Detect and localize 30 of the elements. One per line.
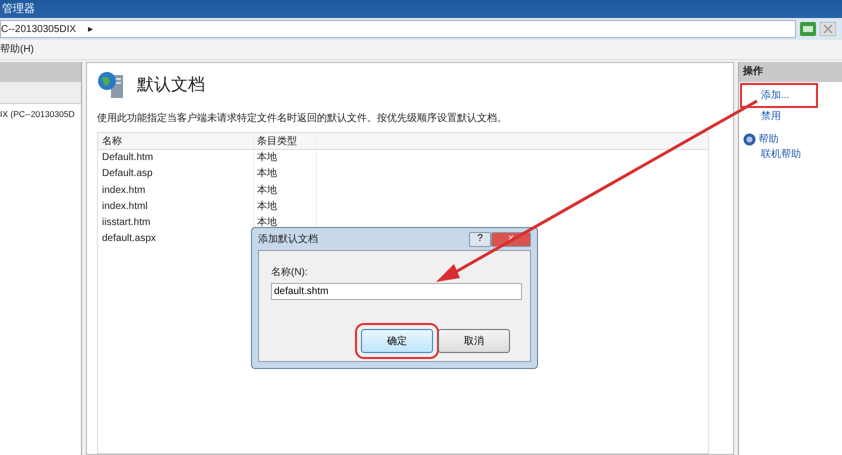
address-bar[interactable]: C--20130305DIX ▸ bbox=[0, 20, 796, 38]
action-link[interactable]: 联机帮助 bbox=[743, 145, 801, 164]
help-icon bbox=[743, 133, 756, 146]
help-button[interactable]: ? bbox=[469, 232, 491, 246]
tree-item[interactable]: IX (PC--20130305D bbox=[0, 108, 75, 121]
menu-item[interactable]: 帮助(H) bbox=[0, 44, 34, 55]
cancel-button[interactable]: 取消 bbox=[438, 329, 510, 353]
table-cell: 本地 bbox=[254, 150, 317, 166]
table-cell: Default.asp bbox=[98, 166, 254, 183]
action-link[interactable]: 帮助 bbox=[758, 132, 778, 147]
table-cell: 本地 bbox=[254, 198, 317, 216]
column-header[interactable]: 名称 bbox=[98, 133, 254, 149]
dialog-title: 添加默认文档 bbox=[258, 232, 318, 246]
column-header[interactable]: 条目类型 bbox=[254, 133, 317, 149]
pane-header: 操作 bbox=[739, 62, 842, 82]
stop-icon[interactable] bbox=[820, 22, 836, 36]
action-link[interactable]: 禁用 bbox=[743, 107, 781, 126]
table-cell: index.html bbox=[98, 198, 254, 216]
field-label: 名称(N): bbox=[271, 266, 308, 280]
description: 使用此功能指定当客户端未请求特定文件名时返回的默认文件。按优先级顺序设置默认文档。 bbox=[97, 112, 508, 126]
window-title: 管理器 bbox=[2, 3, 35, 15]
table-cell: 本地 bbox=[254, 166, 317, 183]
name-field[interactable]: default.shtm bbox=[271, 283, 522, 300]
table-cell: Default.htm bbox=[98, 150, 254, 166]
table-cell: 本地 bbox=[254, 182, 317, 199]
page-title: 默认文档 bbox=[137, 74, 205, 96]
table-cell: index.htm bbox=[98, 182, 254, 199]
action-link[interactable]: 添加... bbox=[743, 86, 816, 105]
breadcrumb-arrow[interactable]: ▸ bbox=[88, 22, 94, 36]
breadcrumb-item[interactable]: C--20130305DIX bbox=[1, 22, 76, 36]
